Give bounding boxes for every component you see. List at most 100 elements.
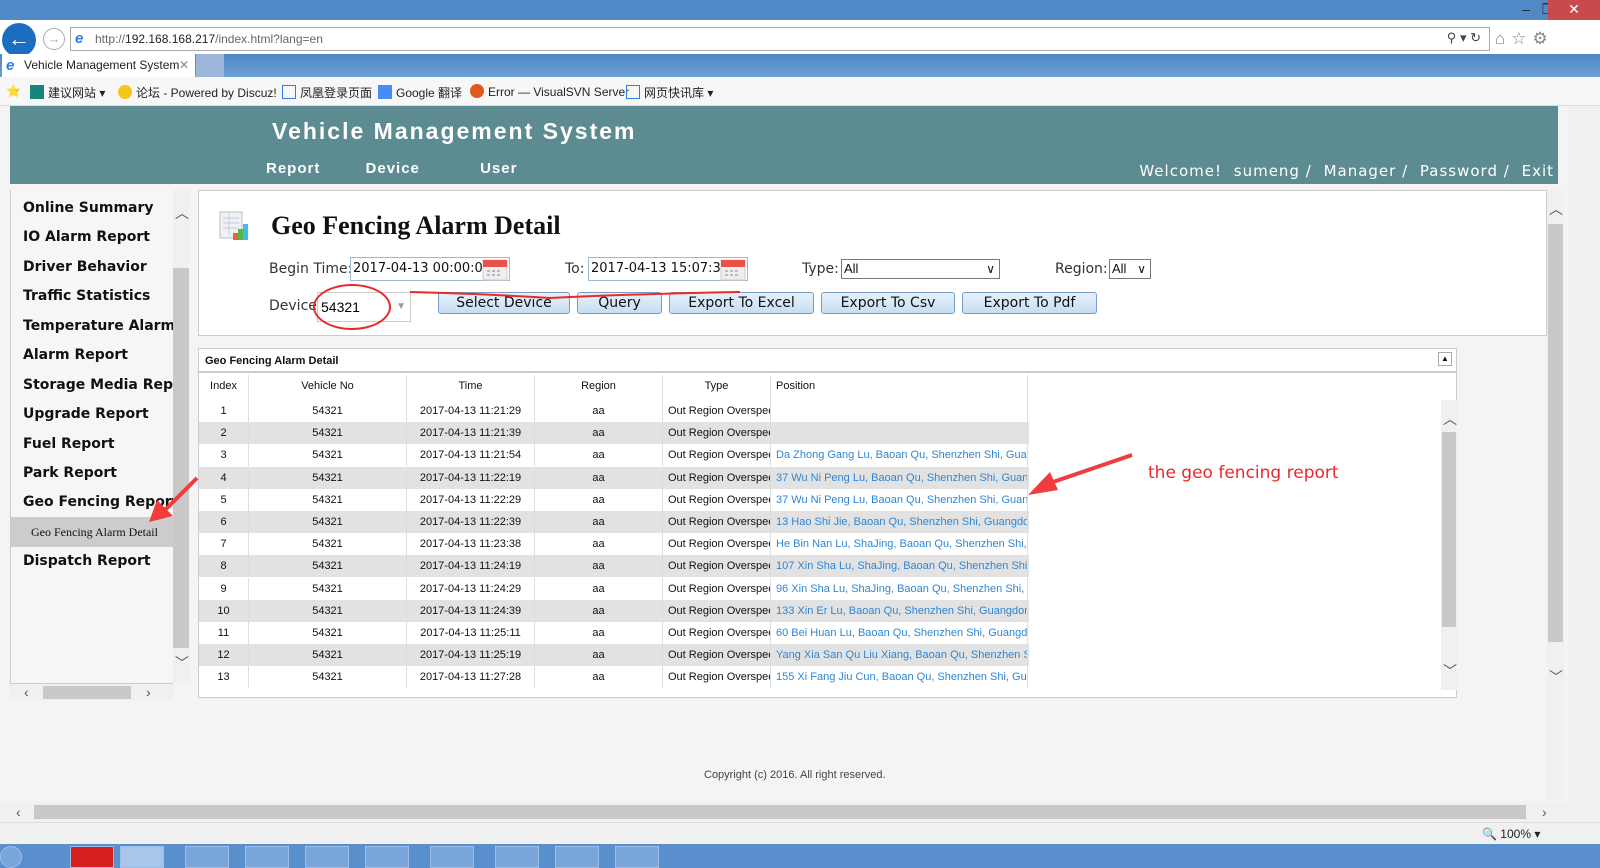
cell-position[interactable]: 37 Wu Ni Peng Lu, Baoan Qu, Shenzhen Shi…	[771, 466, 1028, 489]
table-row[interactable]: 11 54321 2017-04-13 11:25:11 aa Out Region O…	[199, 622, 1029, 644]
add-favorites-icon[interactable]: ⭐	[6, 84, 21, 98]
cell-position[interactable]: 133 Xin Er Lu, Baoan Qu, Shenzhen Shi, G…	[771, 599, 1028, 622]
scroll-up-icon[interactable]: ︿	[1549, 202, 1563, 216]
search-icon[interactable]: ⚲	[1447, 30, 1457, 45]
sidebar-item-fuel-report[interactable]: Fuel Report	[23, 436, 115, 452]
scroll-right-icon[interactable]: ›	[146, 685, 151, 699]
taskbar-app[interactable]	[555, 846, 599, 868]
taskbar-app[interactable]	[185, 846, 229, 868]
collapse-icon[interactable]: ▲	[1438, 352, 1452, 366]
close-tab-icon[interactable]: ✕	[179, 54, 189, 77]
username-link[interactable]: sumeng /	[1234, 162, 1312, 180]
calendar-icon[interactable]	[720, 257, 746, 281]
scroll-up-icon[interactable]: ︿	[175, 206, 189, 220]
cell-position[interactable]: Da Zhong Gang Lu, Baoan Qu, Shenzhen Shi…	[771, 444, 1028, 467]
scroll-down-icon[interactable]: ﹀	[1443, 664, 1457, 678]
taskbar-app-ie[interactable]	[120, 846, 164, 868]
sidebar-item-storage-media[interactable]: Storage Media Report	[23, 377, 173, 393]
scrollbar-thumb[interactable]	[43, 686, 131, 699]
scroll-up-icon[interactable]: ︿	[1443, 412, 1457, 426]
cell-position[interactable]: 107 Xin Sha Lu, ShaJing, Baoan Qu, Shenz…	[771, 555, 1028, 578]
url-text[interactable]: http://192.168.168.217/index.html?lang=e…	[95, 32, 323, 46]
refresh-icon[interactable]: ↻	[1470, 30, 1481, 45]
taskbar-app[interactable]	[70, 846, 114, 868]
back-button[interactable]: ←	[2, 23, 36, 57]
page-horizontal-scrollbar[interactable]: ‹ ›	[10, 802, 1565, 822]
export-pdf-button[interactable]: Export To Pdf	[962, 292, 1097, 314]
cell-position[interactable]	[771, 422, 1028, 445]
home-icon[interactable]: ⌂	[1495, 29, 1511, 48]
taskbar-app[interactable]	[430, 846, 474, 868]
taskbar-app[interactable]	[495, 846, 539, 868]
chevron-down-icon[interactable]: ▼	[396, 293, 406, 321]
dropdown-icon[interactable]: ▾	[1460, 30, 1467, 45]
favorite-link[interactable]: Google 翻译	[378, 84, 462, 101]
favorite-link[interactable]: 网页快讯库 ▾	[626, 84, 713, 101]
scroll-left-icon[interactable]: ‹	[16, 805, 21, 819]
sidebar-item-traffic-statistics[interactable]: Traffic Statistics	[23, 288, 150, 304]
favorite-link[interactable]: 建议网站 ▾	[30, 84, 105, 101]
table-row[interactable]: 12 54321 2017-04-13 11:25:19 aa Out Region O…	[199, 644, 1029, 667]
sidebar-item-park-report[interactable]: Park Report	[23, 465, 117, 481]
sidebar-item-dispatch-report[interactable]: Dispatch Report	[23, 553, 151, 569]
table-row[interactable]: 9 54321 2017-04-13 11:24:29 aa Out Region Ov…	[199, 577, 1029, 600]
cell-position[interactable]: 13 Hao Shi Jie, Baoan Qu, Shenzhen Shi, …	[771, 511, 1028, 533]
region-select[interactable]: All ∨	[1109, 259, 1151, 279]
sidebar-horizontal-scrollbar[interactable]: ‹ ›	[10, 683, 173, 700]
sidebar-item-io-alarm[interactable]: IO Alarm Report	[23, 229, 150, 245]
column-header-time[interactable]: Time	[407, 375, 535, 400]
taskbar-app[interactable]	[305, 846, 349, 868]
zoom-control[interactable]: 🔍 100% ▾	[1482, 827, 1540, 841]
start-button[interactable]	[0, 846, 22, 868]
column-header-index[interactable]: Index	[199, 375, 249, 400]
cell-position[interactable]: 37 Wu Ni Peng Lu, Baoan Qu, Shenzhen Shi…	[771, 488, 1028, 511]
cell-position[interactable]: 96 Xin Sha Lu, ShaJing, Baoan Qu, Shenzh…	[771, 577, 1028, 600]
nav-device[interactable]: Device	[366, 160, 420, 177]
column-header-vehicle-no[interactable]: Vehicle No	[249, 375, 407, 400]
favorite-link[interactable]: Error — VisualSVN Server	[470, 84, 629, 99]
sidebar-item-alarm-report[interactable]: Alarm Report	[23, 347, 128, 363]
scrollbar-thumb[interactable]	[173, 268, 189, 648]
scrollbar-thumb[interactable]	[1442, 432, 1456, 627]
close-window-button[interactable]: ✕	[1548, 0, 1600, 20]
favorites-star-icon[interactable]: ☆	[1511, 29, 1532, 48]
table-row[interactable]: 3 54321 2017-04-13 11:21:54 aa Out Region Ov…	[199, 444, 1029, 467]
favorite-link[interactable]: 论坛 - Powered by Discuz!	[118, 84, 277, 101]
taskbar-app[interactable]	[365, 846, 409, 868]
table-row[interactable]: 4 54321 2017-04-13 11:22:19 aa Out Region Ov…	[199, 466, 1029, 489]
sidebar-item-upgrade-report[interactable]: Upgrade Report	[23, 406, 149, 422]
table-row[interactable]: 8 54321 2017-04-13 11:24:19 aa Out Region Ov…	[199, 555, 1029, 578]
scroll-down-icon[interactable]: ﹀	[1549, 670, 1563, 684]
table-row[interactable]: 5 54321 2017-04-13 11:22:29 aa Out Region Ov…	[199, 488, 1029, 511]
column-header-position[interactable]: Position	[771, 375, 1028, 400]
exit-link[interactable]: Exit	[1522, 162, 1554, 180]
type-select[interactable]: All ∨	[841, 259, 1000, 279]
gear-icon[interactable]: ⚙	[1533, 29, 1554, 48]
table-row[interactable]: 2 54321 2017-04-13 11:21:39 aa Out Region Ov…	[199, 422, 1029, 445]
page-vertical-scrollbar[interactable]: ︿ ﹀	[1547, 190, 1564, 800]
sidebar-item-temperature-alarm[interactable]: Temperature Alarm	[23, 318, 173, 334]
table-row[interactable]: 10 54321 2017-04-13 11:24:39 aa Out Region O…	[199, 599, 1029, 622]
favorite-link[interactable]: 凤凰登录页面	[282, 84, 372, 101]
table-row[interactable]: 1 54321 2017-04-13 11:21:29 aa Out Region Ov…	[199, 400, 1029, 422]
cell-position[interactable]: He Bin Nan Lu, ShaJing, Baoan Qu, Shenzh…	[771, 533, 1028, 556]
new-tab-button[interactable]	[196, 54, 224, 77]
grid-vertical-scrollbar[interactable]: ︿ ﹀	[1441, 400, 1457, 690]
nav-report[interactable]: Report	[266, 160, 320, 177]
tab-vehicle-management[interactable]: e Vehicle Management System ✕	[2, 54, 195, 77]
scrollbar-thumb[interactable]	[1548, 224, 1563, 642]
sidebar-vertical-scrollbar[interactable]: ︿ ﹀	[173, 190, 189, 683]
password-link[interactable]: Password /	[1420, 162, 1510, 180]
scroll-right-icon[interactable]: ›	[1542, 805, 1547, 819]
taskbar-app[interactable]	[245, 846, 289, 868]
scroll-down-icon[interactable]: ﹀	[175, 656, 189, 670]
cell-position[interactable]: Yang Xia San Qu Liu Xiang, Baoan Qu, She…	[771, 644, 1028, 667]
taskbar-app[interactable]	[615, 846, 659, 868]
nav-user[interactable]: User	[480, 160, 517, 177]
scroll-left-icon[interactable]: ‹	[24, 685, 29, 699]
scrollbar-thumb[interactable]	[34, 805, 1526, 819]
export-csv-button[interactable]: Export To Csv	[821, 292, 955, 314]
table-row[interactable]: 6 54321 2017-04-13 11:22:39 aa Out Region Ov…	[199, 511, 1029, 533]
calendar-icon[interactable]	[482, 257, 508, 281]
sidebar-item-driver-behavior[interactable]: Driver Behavior	[23, 259, 147, 275]
